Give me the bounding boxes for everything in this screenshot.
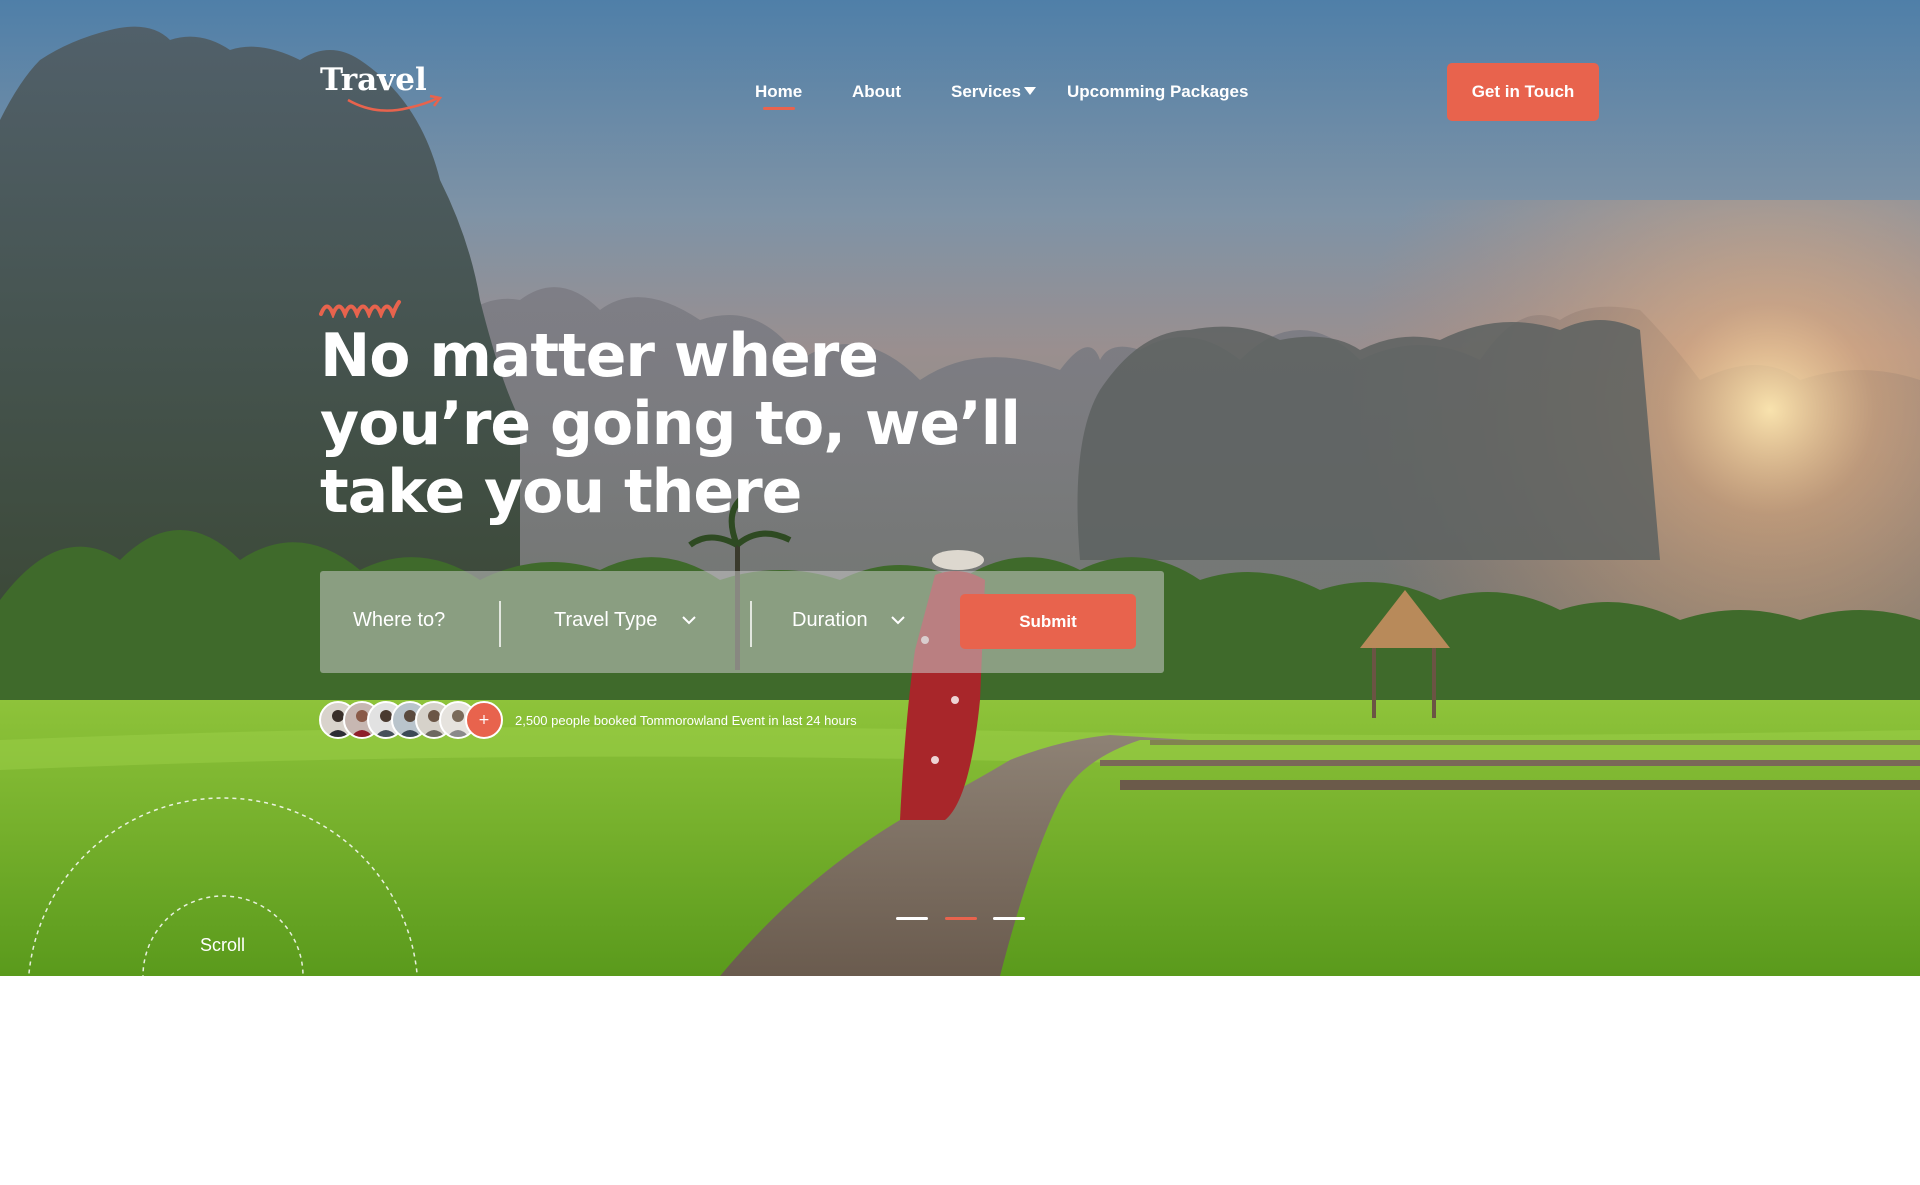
search-divider (499, 601, 501, 647)
logo-text: Travel (320, 62, 427, 98)
chevron-down-icon[interactable] (681, 615, 697, 625)
more-avatars-plus-icon: + (465, 701, 503, 739)
nav-upcoming-packages[interactable]: Upcomming Packages (1067, 82, 1248, 102)
scroll-label[interactable]: Scroll (200, 935, 245, 956)
nav-services[interactable]: Services (951, 82, 1021, 102)
travel-type-select[interactable]: Travel Type (554, 609, 657, 632)
slider-dot-3[interactable] (993, 917, 1025, 920)
brand-logo[interactable]: Travel (320, 62, 450, 128)
where-to-input[interactable]: Where to? (353, 609, 445, 632)
booked-count-text: 2,500 people booked Tommorowland Event i… (515, 713, 857, 728)
chevron-down-icon[interactable] (890, 615, 906, 625)
get-in-touch-button[interactable]: Get in Touch (1447, 63, 1599, 121)
nav-home-active-underline (763, 107, 795, 110)
nav-about[interactable]: About (852, 82, 901, 102)
duration-select[interactable]: Duration (792, 609, 868, 632)
decorative-squiggle-icon (319, 300, 401, 318)
submit-button[interactable]: Submit (960, 594, 1136, 649)
logo-swoosh-icon (347, 94, 443, 112)
services-caret-down-icon[interactable] (1023, 86, 1037, 96)
search-bar: Where to? Travel Type Duration Submit (320, 571, 1164, 673)
top-navbar: Travel Home About Services Upcomming Pac… (0, 0, 1920, 140)
headline-line-1: No matter where (320, 321, 879, 391)
headline-line-3: take you there (320, 457, 802, 527)
slider-dot-1[interactable] (896, 917, 928, 920)
nav-home[interactable]: Home (755, 82, 802, 102)
hero-headline: No matter where you’re going to, we’ll t… (320, 322, 1040, 526)
booked-avatars-group: + (319, 701, 503, 741)
headline-line-2: you’re going to, we’ll (320, 389, 1021, 459)
slider-dot-2-active[interactable] (945, 917, 977, 920)
search-divider (750, 601, 752, 647)
